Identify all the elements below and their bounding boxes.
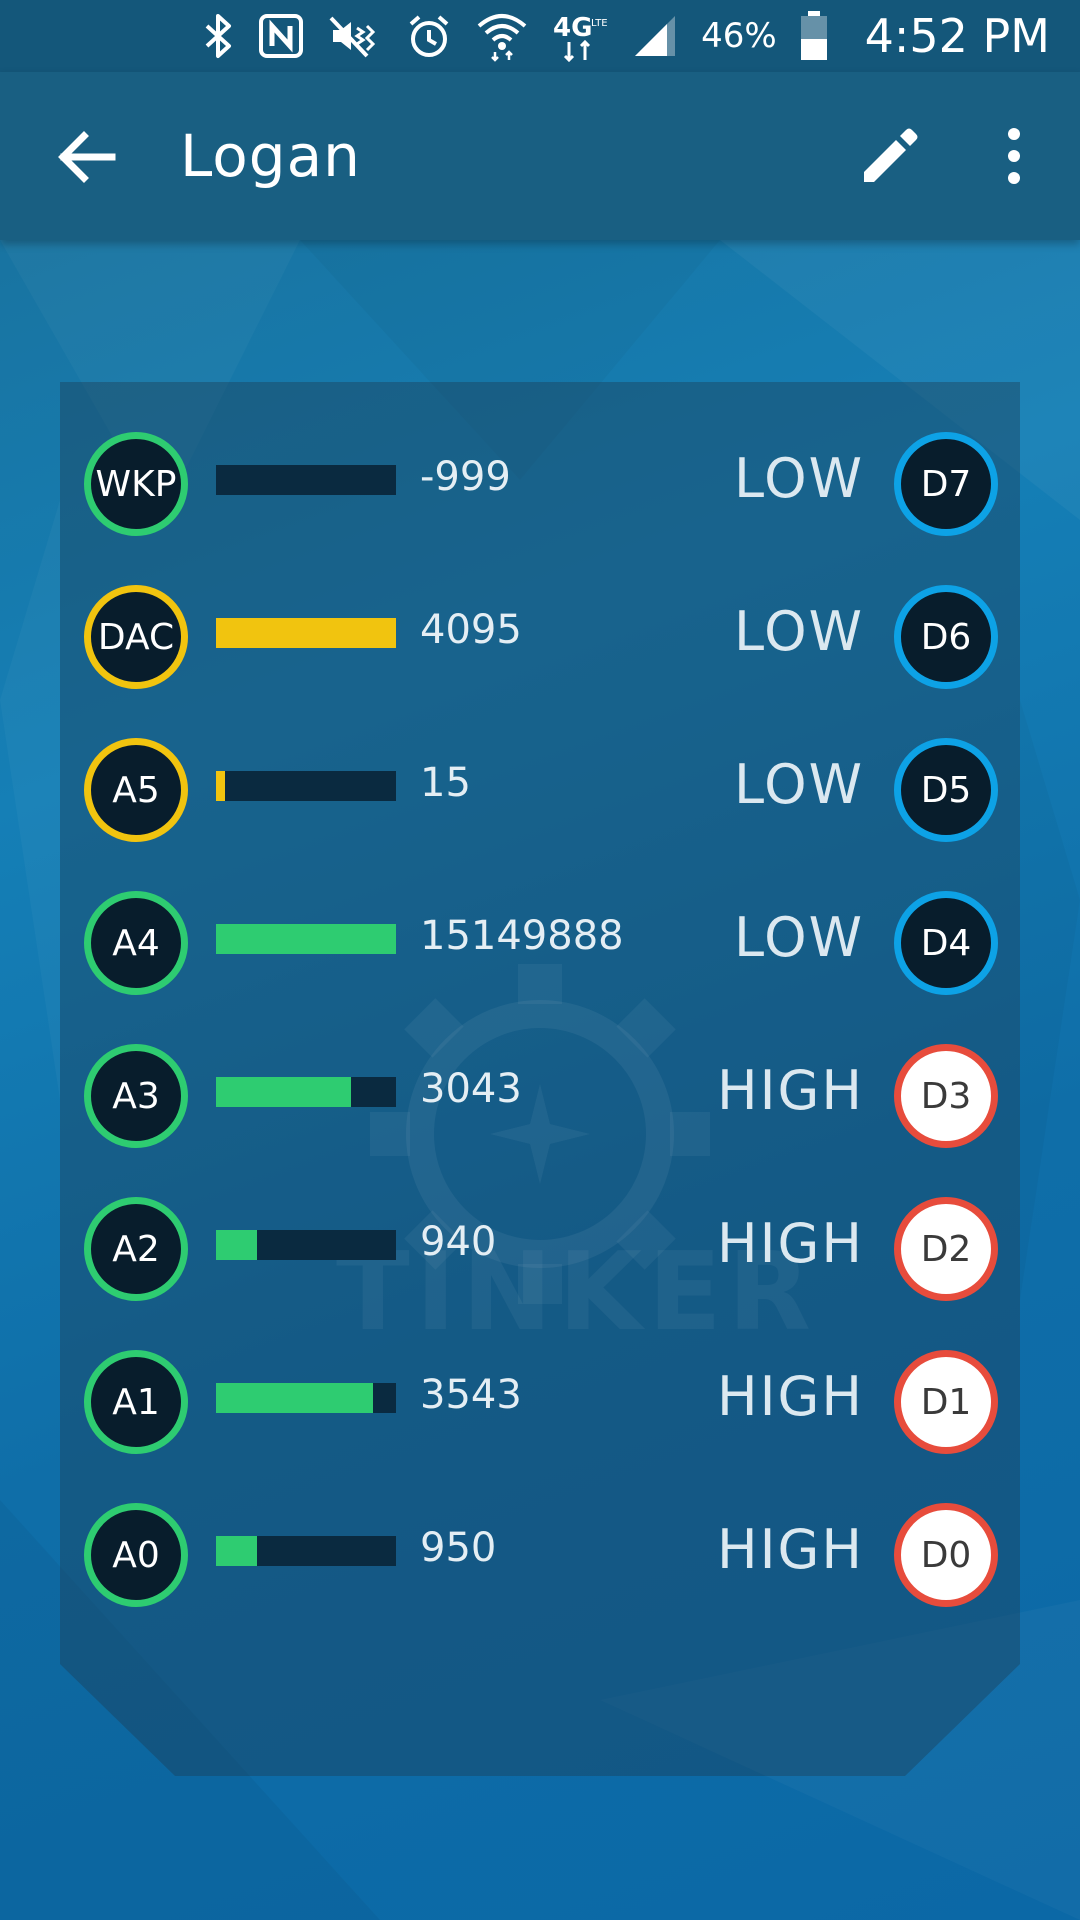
status-bar: 4G LTE 46% 4:52 PM [0, 0, 1080, 72]
analog-value-bar-fill [216, 1230, 258, 1260]
analog-value-bar-fill [216, 1077, 351, 1107]
bluetooth-icon [201, 12, 235, 60]
digital-state-text: HIGH [717, 1365, 864, 1428]
analog-pin-button[interactable]: WKP [84, 432, 188, 536]
analog-value-bar [216, 465, 396, 495]
battery-percent: 46% [701, 16, 777, 56]
back-arrow-icon[interactable] [52, 122, 122, 192]
pin-row: A1 3543 HIGH D1 [60, 1347, 1020, 1457]
alarm-icon [405, 12, 453, 60]
more-vert-icon[interactable] [994, 120, 1034, 192]
digital-state-text: LOW [733, 753, 864, 816]
clock: 4:52 PM [864, 9, 1050, 63]
analog-value-bar [216, 924, 396, 954]
nfc-icon [257, 12, 305, 60]
battery-icon [799, 11, 829, 61]
digital-pin-button[interactable]: D0 [894, 1503, 998, 1607]
pin-row: DAC 4095 LOW D6 [60, 582, 1020, 692]
svg-text:4G: 4G [553, 13, 592, 43]
analog-value-bar-fill [216, 771, 225, 801]
digital-pin-button[interactable]: D3 [894, 1044, 998, 1148]
analog-pin-button[interactable]: A4 [84, 891, 188, 995]
pin-row: A3 3043 HIGH D3 [60, 1041, 1020, 1151]
digital-pin-button[interactable]: D4 [894, 891, 998, 995]
analog-value-bar [216, 771, 396, 801]
analog-value-text: 3543 [420, 1372, 522, 1418]
analog-value-bar-fill [216, 1383, 373, 1413]
pin-row: A0 950 HIGH D0 [60, 1500, 1020, 1610]
analog-pin-button[interactable]: DAC [84, 585, 188, 689]
analog-value-bar [216, 1383, 396, 1413]
digital-pin-button[interactable]: D5 [894, 738, 998, 842]
signal-icon [631, 12, 679, 60]
analog-value-bar [216, 1536, 396, 1566]
lte-icon: 4G LTE [551, 10, 609, 62]
analog-pin-button[interactable]: A3 [84, 1044, 188, 1148]
digital-state-text: HIGH [717, 1518, 864, 1581]
analog-pin-button[interactable]: A0 [84, 1503, 188, 1607]
digital-state-text: LOW [733, 447, 864, 510]
svg-text:LTE: LTE [591, 18, 608, 29]
digital-state-text: HIGH [717, 1059, 864, 1122]
digital-pin-button[interactable]: D2 [894, 1197, 998, 1301]
digital-state-text: HIGH [717, 1212, 864, 1275]
pin-row: A4 15149888 LOW D4 [60, 888, 1020, 998]
digital-pin-button[interactable]: D1 [894, 1350, 998, 1454]
analog-pin-button[interactable]: A5 [84, 738, 188, 842]
analog-pin-button[interactable]: A2 [84, 1197, 188, 1301]
digital-state-text: LOW [733, 600, 864, 663]
analog-value-text: 940 [420, 1219, 497, 1265]
analog-value-text: 3043 [420, 1066, 522, 1112]
device-name-title: Logan [180, 122, 361, 190]
analog-value-bar [216, 1230, 396, 1260]
analog-value-bar-fill [216, 618, 396, 648]
digital-pin-button[interactable]: D7 [894, 432, 998, 536]
analog-value-text: 4095 [420, 607, 522, 653]
pin-row: A2 940 HIGH D2 [60, 1194, 1020, 1304]
analog-value-bar [216, 1077, 396, 1107]
analog-pin-button[interactable]: A1 [84, 1350, 188, 1454]
pin-row: A5 15 LOW D5 [60, 735, 1020, 845]
analog-value-text: 15149888 [420, 913, 624, 959]
analog-value-bar [216, 618, 396, 648]
pin-panel: TINKER WKP -999 LOW D7 DAC 4095 LOW D6 A5 15 LOW D5… [60, 382, 1020, 1776]
pin-row: WKP -999 LOW D7 [60, 429, 1020, 539]
vibrate-icon [327, 12, 383, 60]
analog-value-text: -999 [420, 454, 511, 500]
analog-value-text: 950 [420, 1525, 497, 1571]
edit-pencil-icon[interactable] [856, 124, 922, 190]
digital-state-text: LOW [733, 906, 864, 969]
analog-value-text: 15 [420, 760, 471, 806]
analog-value-bar-fill [216, 1536, 258, 1566]
analog-value-bar-fill [216, 924, 396, 954]
app-bar: Logan [0, 72, 1080, 240]
digital-pin-button[interactable]: D6 [894, 585, 998, 689]
wifi-icon [475, 10, 529, 62]
